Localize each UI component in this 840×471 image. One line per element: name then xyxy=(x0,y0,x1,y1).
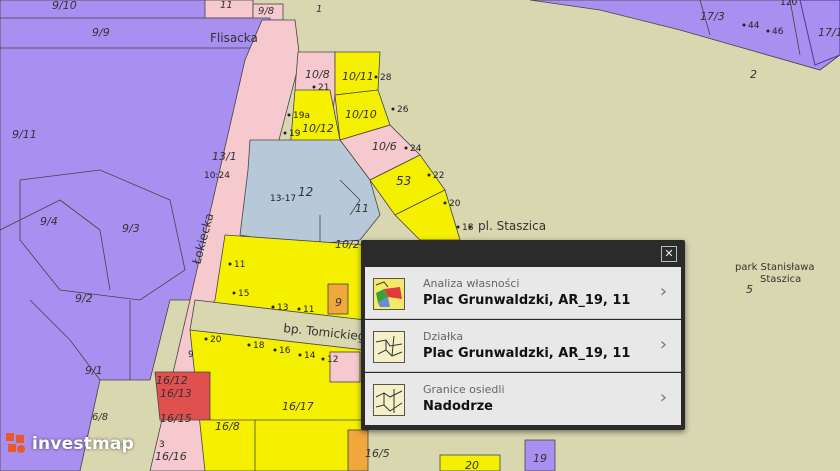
house-number: 120 xyxy=(780,0,797,8)
house-number: 16 xyxy=(279,346,291,356)
row-title: Plac Grunwaldzki, AR_19, 11 xyxy=(423,293,631,308)
parcel-label: 16/13 xyxy=(160,387,192,400)
chevron-right-icon: › xyxy=(659,334,667,355)
popup-row-parcel[interactable]: Działka Plac Grunwaldzki, AR_19, 11 › xyxy=(365,320,681,372)
parcel-label: 13-17 xyxy=(270,194,296,204)
parcel-label: 19 xyxy=(533,452,547,465)
close-button[interactable]: ✕ xyxy=(661,246,677,262)
parcel-label: 5 xyxy=(746,283,753,296)
street-label-flisacka: Flisacka xyxy=(210,31,258,45)
row-title: Nadodrze xyxy=(423,399,493,414)
row-category: Granice osiedli xyxy=(423,383,505,396)
house-number: 21 xyxy=(318,83,329,93)
parcel-label: 10/6 xyxy=(372,140,397,153)
parcel-label: 12 xyxy=(298,185,313,199)
ownership-analysis-icon xyxy=(373,278,405,310)
parcel-label: 11 xyxy=(355,202,369,215)
feature-info-popup: ✕ Analiza własności Plac Grunwaldzki, AR… xyxy=(361,240,685,430)
chevron-right-icon: › xyxy=(659,387,667,408)
house-number: 14 xyxy=(304,351,316,361)
parcel-label: 9/4 xyxy=(40,215,58,228)
parcel-label: 53 xyxy=(396,174,411,188)
house-number: 19a xyxy=(293,111,310,121)
parcel-label: 10/12 xyxy=(302,122,334,135)
parcel-label: 10/11 xyxy=(342,70,374,83)
district-boundary-icon xyxy=(373,384,405,416)
row-category: Działka xyxy=(423,330,464,343)
row-title: Plac Grunwaldzki, AR_19, 11 xyxy=(423,346,631,361)
house-number: 9 xyxy=(188,350,194,360)
parcel-label: 10:24 xyxy=(204,171,230,181)
house-number: 26 xyxy=(397,105,409,115)
house-number: 18 xyxy=(253,341,265,351)
house-number: 15 xyxy=(238,289,249,299)
parcel-label: 9/3 xyxy=(122,222,140,235)
logo-mark-icon xyxy=(6,433,26,455)
logo-text: investmap xyxy=(32,434,134,454)
popup-row-district-boundary[interactable]: Granice osiedli Nadodrze › xyxy=(365,373,681,425)
parcel-label: 11 xyxy=(220,0,233,11)
house-number: 28 xyxy=(380,73,392,83)
parcel-label: 16/8 xyxy=(215,420,240,433)
house-number: 24 xyxy=(410,144,422,154)
parcel-label: 10/10 xyxy=(345,108,377,121)
house-number: 18 xyxy=(462,223,474,233)
park-label-line2: Staszica xyxy=(760,274,801,285)
parcel-label: 9/10 xyxy=(52,0,77,12)
parcel-label: 9/8 xyxy=(258,6,274,17)
parcel-label: 10/8 xyxy=(305,68,330,81)
investmap-logo[interactable]: investmap xyxy=(6,428,134,460)
parcel-label: 1 xyxy=(316,4,322,15)
house-number: 44 xyxy=(748,21,760,31)
parcel-label: 9/9 xyxy=(92,26,110,39)
parcel-label: 16/15 xyxy=(160,412,192,425)
chevron-right-icon: › xyxy=(659,281,667,302)
park-label-line1: park Stanisława xyxy=(735,262,815,273)
parcel-label: 6/8 xyxy=(92,412,108,423)
parcel-label: 9 xyxy=(335,296,342,309)
house-number: 13 xyxy=(277,303,288,313)
parcel-label: 2 xyxy=(750,68,757,81)
parcel-label: 16/12 xyxy=(156,374,188,387)
house-number: 3 xyxy=(159,440,165,450)
house-number: 20 xyxy=(210,335,222,345)
house-number: 20 xyxy=(449,199,461,209)
parcel-label: 17/1 xyxy=(818,26,840,39)
house-number: 22 xyxy=(433,171,444,181)
parcel-label: 9/11 xyxy=(12,128,37,141)
parcel-label: 17/3 xyxy=(700,10,725,23)
parcel-label: 16/5 xyxy=(365,447,390,460)
street-label-pl-staszica: pl. Staszica xyxy=(478,219,546,233)
parcel-label: 9/1 xyxy=(85,364,103,377)
parcel-icon xyxy=(373,331,405,363)
parcel-label: 16/17 xyxy=(282,400,314,413)
popup-header: ✕ xyxy=(361,240,685,267)
row-category: Analiza własności xyxy=(423,277,520,290)
house-number: 19 xyxy=(289,129,301,139)
parcel-label: 20 xyxy=(465,459,479,471)
popup-row-ownership-analysis[interactable]: Analiza własności Plac Grunwaldzki, AR_1… xyxy=(365,267,681,319)
parcel-label: 9/2 xyxy=(75,292,93,305)
house-number: 11 xyxy=(303,305,314,315)
parcel-label: 10/2 xyxy=(335,238,360,251)
house-number: 11 xyxy=(234,260,245,270)
parcel-label: 13/1 xyxy=(212,150,237,163)
parcel-label: 16/16 xyxy=(155,450,187,463)
house-number: 46 xyxy=(772,27,784,37)
house-number: 12 xyxy=(327,355,338,365)
